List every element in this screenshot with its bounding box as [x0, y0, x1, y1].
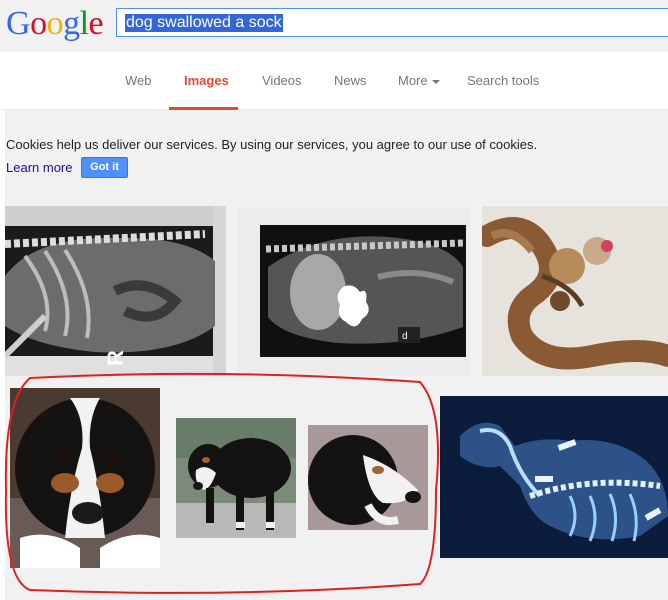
search-query-text: dog swallowed a sock — [125, 14, 283, 32]
image-result-xray-side[interactable]: R — [5, 206, 226, 376]
svg-text:d: d — [402, 331, 408, 342]
tab-more-label: More — [398, 73, 428, 88]
image-result-bernese-puppy[interactable] — [10, 388, 160, 568]
image-result-blue-xray[interactable] — [440, 396, 668, 558]
image-result-extracted-sock[interactable] — [482, 206, 668, 376]
chevron-down-icon — [431, 79, 440, 84]
header-bar: Google dog swallowed a sock — [0, 0, 668, 52]
learn-more-link[interactable]: Learn more — [6, 160, 72, 175]
got-it-button[interactable]: Got it — [81, 157, 128, 178]
xray-image: d — [238, 207, 470, 375]
tab-search-tools[interactable]: Search tools — [467, 73, 539, 88]
search-nav: Web Images Videos News More Search tools — [0, 52, 668, 110]
dog-photo — [176, 418, 296, 538]
dog-photo — [10, 388, 160, 568]
tab-videos[interactable]: Videos — [262, 73, 302, 88]
google-logo[interactable]: Google — [6, 4, 104, 44]
xray-image — [440, 396, 668, 558]
image-result-xray-sock[interactable]: d — [238, 207, 470, 375]
image-result-bernese-head[interactable] — [308, 425, 428, 530]
tab-news[interactable]: News — [334, 73, 367, 88]
tab-images[interactable]: Images — [184, 73, 229, 88]
tab-more[interactable]: More — [398, 73, 440, 88]
image-result-bernese-standing[interactable] — [176, 418, 296, 538]
sock-photo — [482, 206, 668, 376]
xray-image: R — [5, 206, 226, 376]
dog-photo — [308, 425, 428, 530]
cookie-notice-text: Cookies help us deliver our services. By… — [6, 137, 538, 152]
tab-web[interactable]: Web — [125, 73, 152, 88]
svg-text:R: R — [103, 350, 128, 366]
